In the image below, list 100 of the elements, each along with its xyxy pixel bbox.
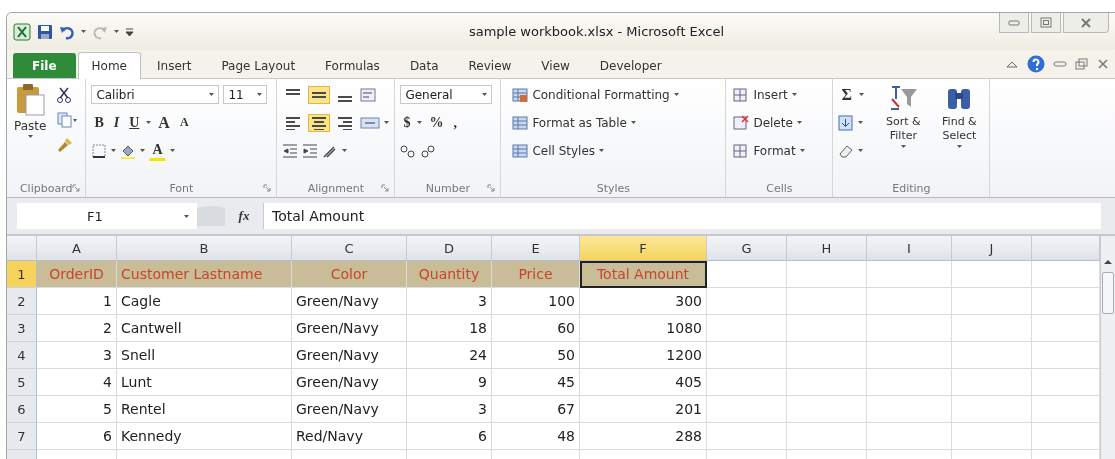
bold-button[interactable]: B bbox=[91, 112, 107, 133]
format-as-table-button[interactable]: Format as Table bbox=[510, 113, 638, 132]
ribbon-tab[interactable]: Home bbox=[77, 52, 141, 79]
minimize-workbook-icon[interactable] bbox=[1053, 58, 1067, 70]
row-header[interactable]: 7 bbox=[7, 423, 37, 450]
column-header[interactable]: C bbox=[292, 236, 407, 261]
font-name-combo[interactable]: Calibri bbox=[91, 85, 220, 104]
column-header[interactable]: I bbox=[867, 236, 952, 261]
table-cell[interactable]: 6 bbox=[37, 423, 117, 450]
paste-button[interactable]: Paste bbox=[12, 83, 49, 179]
close-button[interactable] bbox=[1063, 13, 1109, 33]
comma-button[interactable]: , bbox=[450, 112, 460, 133]
ribbon-tab[interactable]: Page Layout bbox=[207, 53, 310, 78]
insert-function-button[interactable]: fx bbox=[225, 208, 263, 224]
decrease-indent-icon[interactable] bbox=[282, 142, 299, 159]
autosum-button[interactable]: Σ bbox=[838, 83, 855, 106]
row-header[interactable]: 2 bbox=[7, 288, 37, 315]
select-all-corner[interactable] bbox=[7, 236, 37, 261]
table-cell[interactable]: 288 bbox=[580, 423, 707, 450]
row-header[interactable]: 1 bbox=[7, 261, 37, 288]
name-box[interactable]: F1 bbox=[17, 203, 197, 229]
table-cell[interactable]: 1080 bbox=[580, 315, 707, 342]
help-icon[interactable] bbox=[1027, 55, 1045, 73]
column-header[interactable]: H bbox=[787, 236, 867, 261]
ribbon-tab[interactable]: Developer bbox=[585, 53, 676, 78]
empty-cell[interactable] bbox=[952, 261, 1032, 288]
table-cell[interactable]: 4 bbox=[37, 369, 117, 396]
table-cell[interactable]: 60 bbox=[492, 315, 580, 342]
table-cell[interactable]: Red/Navy bbox=[292, 423, 407, 450]
column-header[interactable]: E bbox=[492, 236, 580, 261]
table-cell[interactable]: 100 bbox=[492, 288, 580, 315]
empty-cell[interactable] bbox=[707, 288, 787, 315]
table-cell[interactable]: 45 bbox=[492, 369, 580, 396]
empty-cell[interactable] bbox=[787, 369, 867, 396]
excel-logo-icon[interactable] bbox=[13, 22, 31, 41]
empty-cell[interactable] bbox=[867, 369, 952, 396]
dialog-launcher-icon[interactable] bbox=[72, 184, 81, 192]
empty-cell[interactable] bbox=[787, 288, 867, 315]
empty-cell[interactable] bbox=[707, 315, 787, 342]
dialog-launcher-icon[interactable] bbox=[487, 184, 496, 192]
table-cell[interactable]: Green/Navy bbox=[292, 342, 407, 369]
fill-down-icon[interactable] bbox=[838, 114, 855, 131]
table-cell[interactable]: 300 bbox=[580, 288, 707, 315]
middle-align-icon[interactable] bbox=[308, 85, 331, 104]
empty-cell[interactable] bbox=[707, 369, 787, 396]
underline-button[interactable]: U bbox=[126, 112, 143, 133]
empty-cell[interactable] bbox=[867, 423, 952, 450]
table-cell[interactable]: 3 bbox=[407, 396, 492, 423]
restore-workbook-icon[interactable] bbox=[1075, 58, 1089, 70]
scroll-up-icon[interactable] bbox=[1103, 258, 1113, 266]
italic-button[interactable]: I bbox=[110, 112, 123, 133]
delete-cells-button[interactable]: Delete bbox=[731, 113, 804, 132]
ribbon-tab[interactable]: Insert bbox=[143, 53, 206, 78]
borders-icon[interactable] bbox=[91, 142, 108, 159]
table-cell[interactable]: 201 bbox=[580, 396, 707, 423]
dialog-launcher-icon[interactable] bbox=[381, 184, 390, 192]
file-tab[interactable]: File bbox=[13, 53, 76, 78]
currency-button[interactable]: $ bbox=[400, 112, 414, 133]
sort-filter-button[interactable]: Sort & Filter bbox=[878, 83, 929, 179]
scrollbar-thumb[interactable] bbox=[1102, 272, 1114, 314]
customize-toolbar-icon[interactable] bbox=[125, 25, 134, 38]
save-icon[interactable] bbox=[37, 23, 53, 40]
empty-cell[interactable] bbox=[952, 369, 1032, 396]
close-workbook-icon[interactable] bbox=[1097, 58, 1109, 70]
table-cell[interactable]: Lunt bbox=[117, 369, 292, 396]
grow-font-button[interactable]: A bbox=[155, 111, 173, 134]
format-cells-button[interactable]: Format bbox=[731, 141, 807, 160]
font-color-button[interactable]: A bbox=[149, 140, 166, 161]
table-cell[interactable]: 405 bbox=[580, 369, 707, 396]
empty-cell[interactable] bbox=[787, 396, 867, 423]
insert-cells-button[interactable]: Insert bbox=[731, 85, 799, 104]
empty-cell[interactable] bbox=[707, 342, 787, 369]
empty-cell[interactable] bbox=[787, 315, 867, 342]
table-cell[interactable]: 2 bbox=[37, 315, 117, 342]
table-cell[interactable]: Green/Navy bbox=[292, 396, 407, 423]
table-cell[interactable]: 67 bbox=[492, 396, 580, 423]
restore-button[interactable] bbox=[1031, 13, 1061, 33]
formula-field[interactable]: Total Amount bbox=[263, 203, 1101, 229]
shrink-font-button[interactable]: A bbox=[176, 113, 192, 132]
ribbon-tab[interactable]: Review bbox=[454, 53, 526, 78]
empty-cell[interactable] bbox=[707, 423, 787, 450]
decrease-decimal-icon[interactable] bbox=[420, 142, 437, 159]
row-header[interactable]: 4 bbox=[7, 342, 37, 369]
empty-cell[interactable] bbox=[952, 423, 1032, 450]
empty-cell[interactable] bbox=[787, 342, 867, 369]
table-cell[interactable]: 50 bbox=[492, 342, 580, 369]
table-cell[interactable]: Snell bbox=[117, 342, 292, 369]
minimize-button[interactable] bbox=[999, 13, 1029, 33]
empty-cell[interactable] bbox=[867, 342, 952, 369]
table-cell[interactable]: 3 bbox=[407, 288, 492, 315]
table-cell[interactable]: Cagle bbox=[117, 288, 292, 315]
row-header[interactable]: 6 bbox=[7, 396, 37, 423]
empty-cell[interactable] bbox=[952, 315, 1032, 342]
table-cell[interactable]: Green/Navy bbox=[292, 315, 407, 342]
table-cell[interactable]: Kennedy bbox=[117, 423, 292, 450]
ribbon-tab[interactable]: View bbox=[527, 53, 584, 78]
column-header[interactable]: D bbox=[407, 236, 492, 261]
empty-cell[interactable] bbox=[952, 396, 1032, 423]
conditional-formatting-button[interactable]: Conditional Formatting bbox=[510, 85, 681, 104]
dialog-launcher-icon[interactable] bbox=[263, 184, 272, 192]
